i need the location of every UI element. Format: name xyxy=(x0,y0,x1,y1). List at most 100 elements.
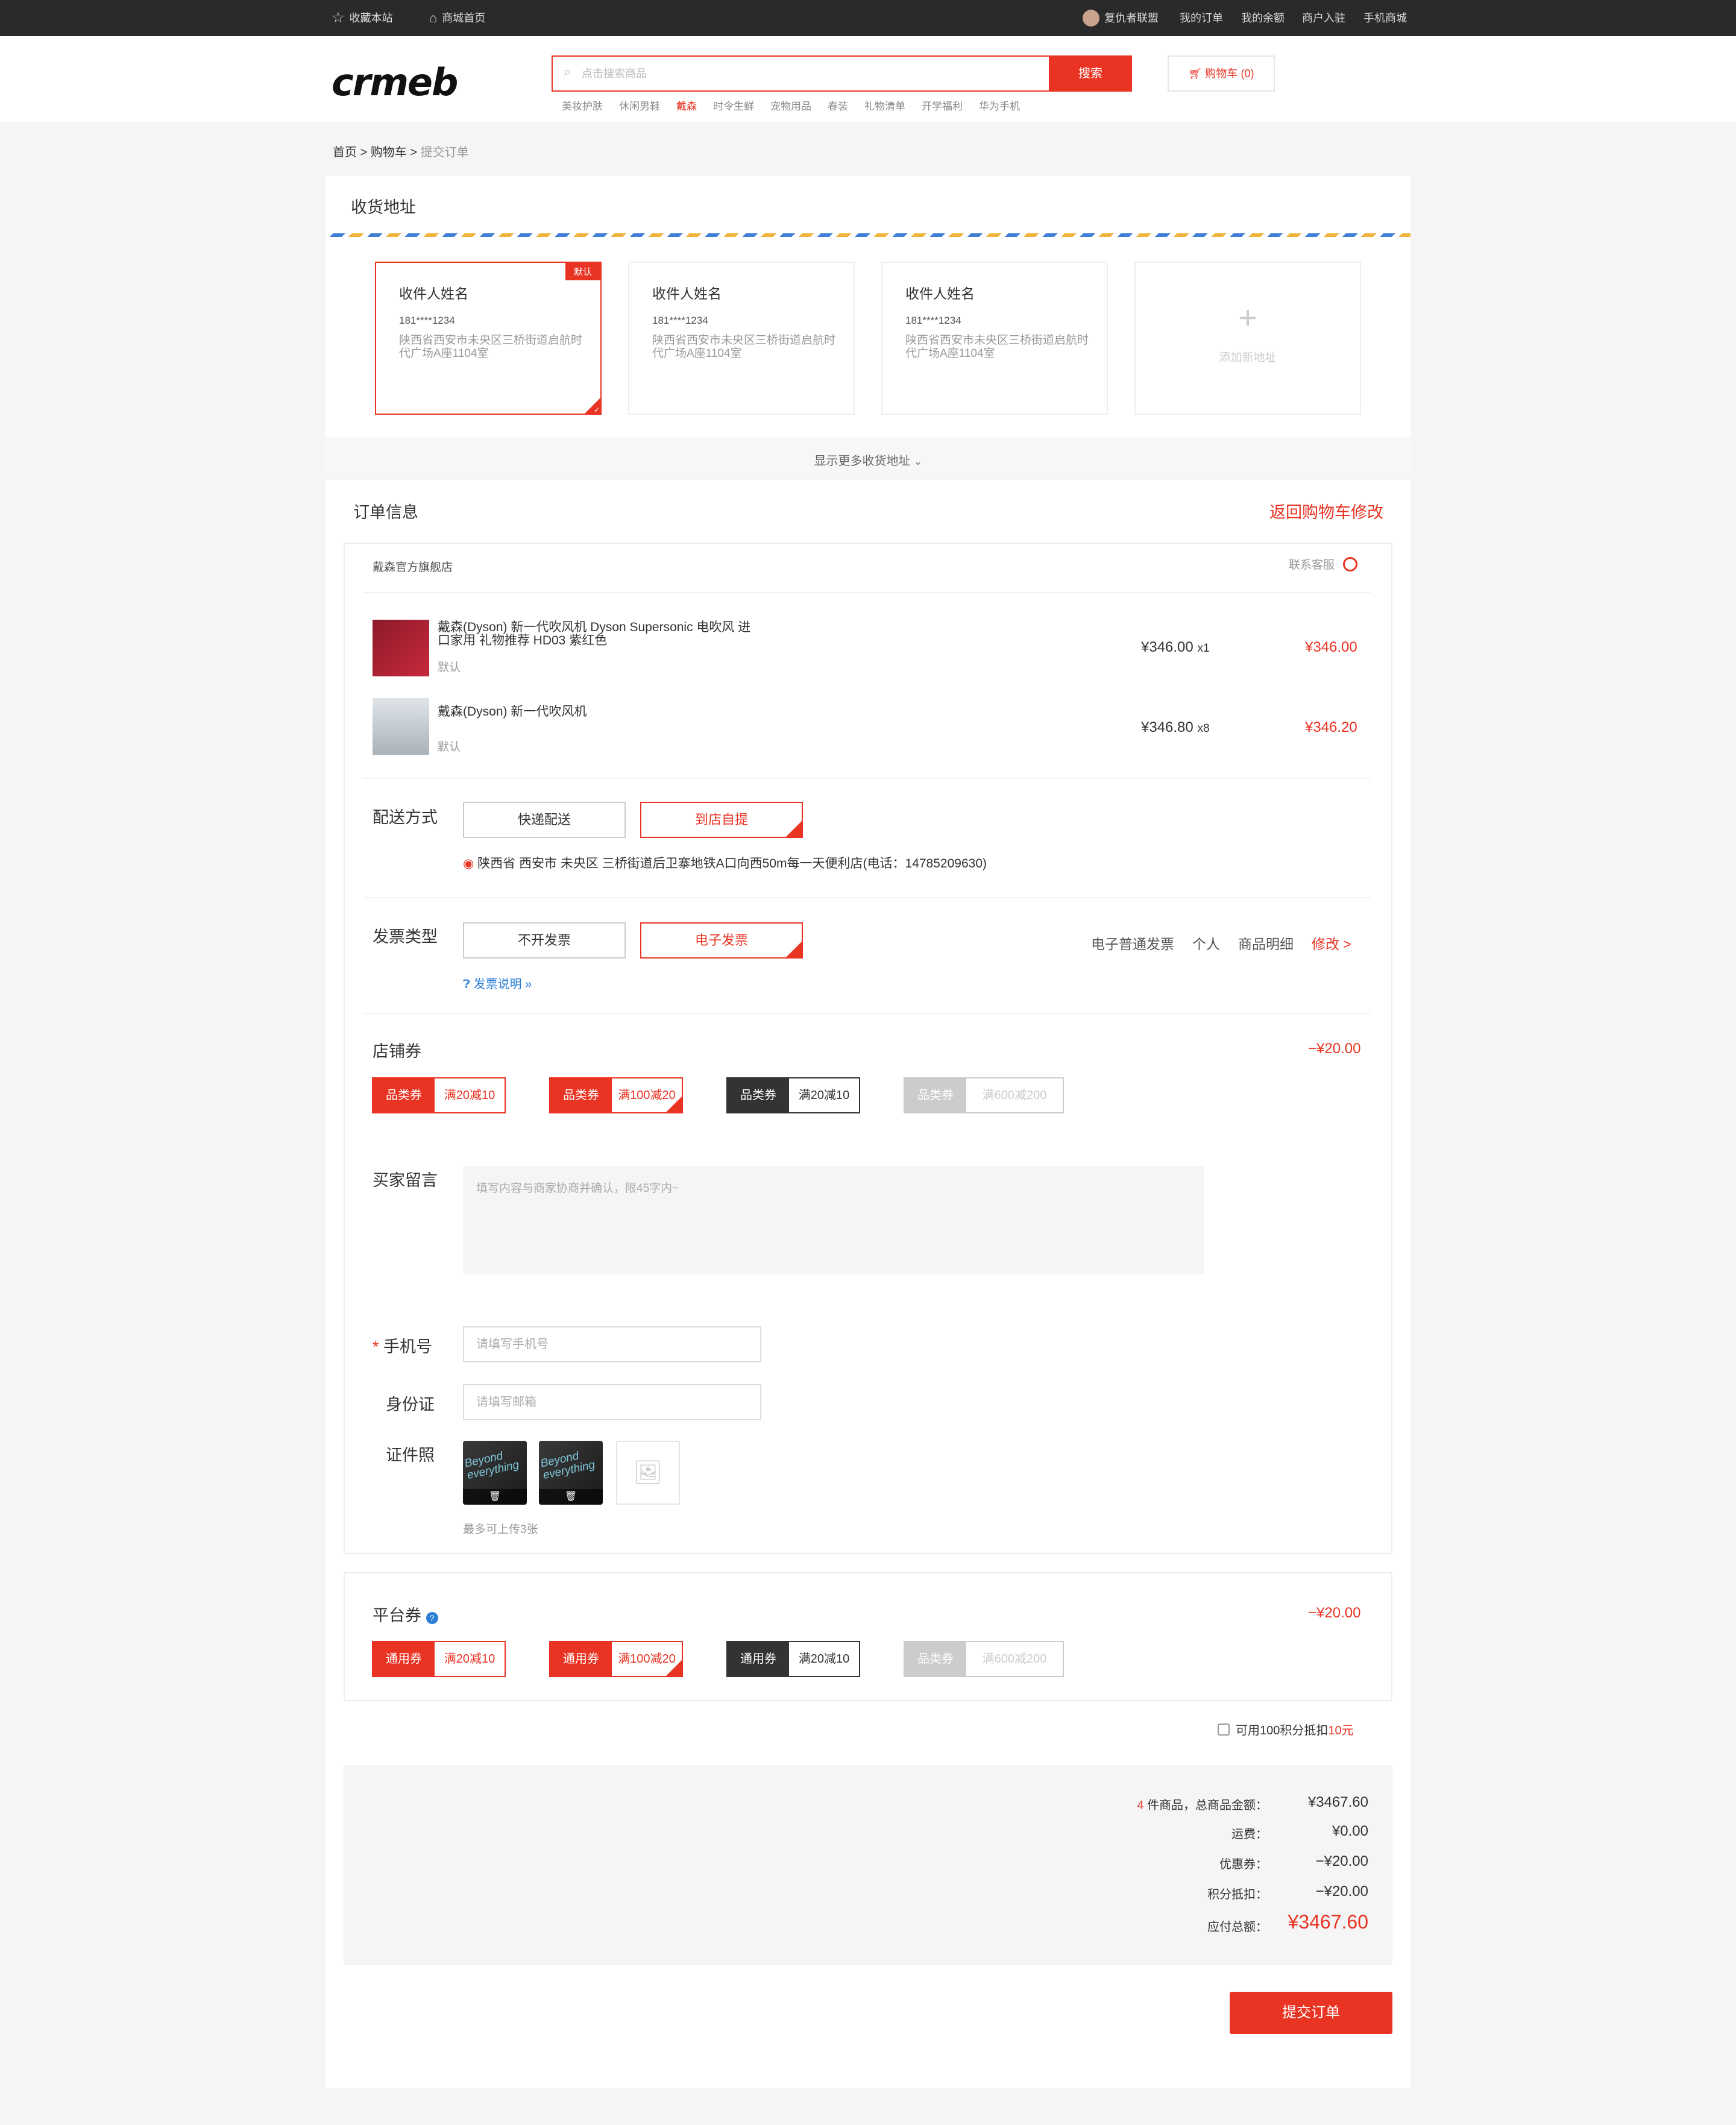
phone-label: * 手机号 xyxy=(373,1338,433,1356)
show-more-address[interactable]: 显示更多收货地址 ⌄ xyxy=(326,451,1410,468)
platform-coupon-box xyxy=(344,1572,1392,1701)
check-icon xyxy=(786,924,802,958)
breadcrumb: 首页 > 购物车 > 提交订单 xyxy=(333,146,469,159)
product-name[interactable]: 戴森(Dyson) 新一代吹风机 Dyson Supersonic 电吹风 进口… xyxy=(438,621,751,647)
header: crmeb ⌕ 点击搜索商品 搜索 🛒︎ 购物车 (0) 美妆护肤 休闲男鞋 戴… xyxy=(0,36,1736,122)
store-name: 戴森官方旗舰店 xyxy=(373,561,453,574)
star-icon: ☆ xyxy=(332,10,345,26)
express-delivery-option[interactable]: 快递配送 xyxy=(463,802,626,838)
divider xyxy=(363,897,1371,898)
avatar xyxy=(1083,10,1099,27)
headset-icon xyxy=(1343,556,1358,571)
address-card[interactable]: 默认 收件人姓名 181****1234 陕西省西安市未央区三桥街道启航时代广场… xyxy=(375,262,602,415)
address-card[interactable]: 收件人姓名 181****1234 陕西省西安市未央区三桥街道启航时代广场A座1… xyxy=(881,262,1108,415)
summary-pay-total: ¥3467.60 xyxy=(1288,1911,1368,1933)
hot-word[interactable]: 戴森 xyxy=(676,98,697,113)
upload-photo-button[interactable]: 🖼︎ xyxy=(616,1441,680,1505)
breadcrumb-cart[interactable]: 购物车 xyxy=(371,146,407,159)
hot-word[interactable]: 时令生鲜 xyxy=(713,98,754,113)
photo-label: 证件照 xyxy=(386,1446,435,1464)
user-menu[interactable]: 复仇者联盟 xyxy=(1083,0,1159,36)
remark-textarea[interactable]: 填写内容与商家协商并确认，限45字内~ xyxy=(463,1166,1204,1274)
hot-word[interactable]: 春装 xyxy=(828,98,848,113)
remark-label: 买家留言 xyxy=(373,1171,438,1189)
shop-coupon[interactable]: 品类券 满600减200 xyxy=(904,1077,1064,1113)
phone-input[interactable]: 请填写手机号 xyxy=(463,1326,761,1362)
default-tag: 默认 xyxy=(565,263,600,280)
submit-order-button[interactable]: 提交订单 xyxy=(1230,1992,1392,2034)
search-input[interactable]: ⌕ 点击搜索商品 xyxy=(552,55,1131,92)
location-icon: ◉ xyxy=(463,857,474,870)
id-input[interactable]: 请填写邮箱 xyxy=(463,1384,761,1420)
product-image[interactable] xyxy=(373,620,429,676)
pay-label: 应付总额： xyxy=(1207,1921,1268,1934)
shop-coupon[interactable]: 品类券 满100减20 xyxy=(549,1077,683,1113)
check-icon xyxy=(585,398,600,414)
summary-points: −¥20.00 xyxy=(1315,1883,1368,1900)
cart-icon: 🛒︎ xyxy=(1188,68,1203,80)
platform-coupon[interactable]: 通用券 满100减20 xyxy=(549,1641,683,1677)
hot-word[interactable]: 开学福利 xyxy=(922,98,963,113)
search-button[interactable]: 搜索 xyxy=(1049,55,1132,92)
uploaded-photo[interactable]: Beyond everything 🗑︎ xyxy=(539,1441,603,1505)
add-address-card[interactable]: + 添加新地址 xyxy=(1134,262,1361,415)
check-icon xyxy=(666,1643,682,1676)
invoice-help-link[interactable]: ❓︎ 发票说明 » xyxy=(463,974,532,992)
photo-hint: 最多可上传3张 xyxy=(463,1523,538,1536)
platform-coupon-label: 平台券 ? xyxy=(373,1602,438,1626)
summary-goods-total: ¥3467.60 xyxy=(1307,1794,1368,1810)
product-price: ¥346.00 x1 xyxy=(1141,639,1210,655)
cart-button[interactable]: 🛒︎ 购物车 (0) xyxy=(1168,55,1275,92)
product-total: ¥346.00 xyxy=(1305,639,1357,655)
chevron-down-icon: ⌄ xyxy=(914,457,922,467)
my-orders-link[interactable]: 我的订单 xyxy=(1180,0,1223,36)
trash-icon[interactable]: 🗑︎ xyxy=(463,1489,527,1505)
hot-word[interactable]: 休闲男鞋 xyxy=(619,98,660,113)
platform-coupon[interactable]: 通用券 满20减10 xyxy=(372,1641,506,1677)
address-stripe xyxy=(326,233,1410,237)
my-balance-link[interactable]: 我的余额 xyxy=(1241,0,1285,36)
breadcrumb-current: 提交订单 xyxy=(420,146,469,159)
store-pickup-option[interactable]: 到店自提 xyxy=(640,802,803,838)
home-link[interactable]: ⌂ 商城首页 xyxy=(429,0,485,36)
points-deduction[interactable]: 可用100积分抵扣10元 xyxy=(1218,1720,1354,1738)
platform-coupon[interactable]: 品类券 满600减200 xyxy=(904,1641,1064,1677)
product-image[interactable] xyxy=(373,698,429,755)
logo[interactable]: crmeb xyxy=(332,60,458,104)
shop-coupon[interactable]: 品类券 满20减10 xyxy=(726,1077,860,1113)
question-icon[interactable]: ? xyxy=(426,1612,438,1624)
home-icon: ⌂ xyxy=(429,10,438,25)
back-to-cart-link[interactable]: 返回购物车修改 xyxy=(1269,499,1383,523)
product-name[interactable]: 戴森(Dyson) 新一代吹风机 xyxy=(438,702,751,720)
points-checkbox[interactable] xyxy=(1218,1723,1230,1736)
merchant-join-link[interactable]: 商户入驻 xyxy=(1302,0,1345,36)
mobile-mall-link[interactable]: 手机商城 xyxy=(1363,0,1407,36)
e-invoice-option[interactable]: 电子发票 xyxy=(640,922,803,959)
contact-service[interactable]: 联系客服 xyxy=(1289,556,1358,572)
invoice-edit-link[interactable]: 修改 > xyxy=(1312,933,1351,953)
no-invoice-option[interactable]: 不开发票 xyxy=(463,922,626,959)
shop-coupon[interactable]: 品类券 满20减10 xyxy=(372,1077,506,1113)
summary-count: 4 件商品，总商品金额： xyxy=(1137,1799,1268,1812)
hot-word[interactable]: 礼物清单 xyxy=(864,98,905,113)
hot-search-words: 美妆护肤 休闲男鞋 戴森 时令生鲜 宠物用品 春装 礼物清单 开学福利 华为手机 xyxy=(562,98,1020,113)
coupon-label: 优惠券： xyxy=(1219,1858,1268,1871)
address-card[interactable]: 收件人姓名 181****1234 陕西省西安市未央区三桥街道启航时代广场A座1… xyxy=(628,262,855,415)
points-label: 积分抵扣： xyxy=(1207,1888,1268,1901)
hot-word[interactable]: 华为手机 xyxy=(979,98,1020,113)
trash-icon[interactable]: 🗑︎ xyxy=(539,1489,603,1505)
shop-coupon-label: 店铺券 xyxy=(373,1042,421,1060)
hot-word[interactable]: 美妆护肤 xyxy=(562,98,603,113)
breadcrumb-home[interactable]: 首页 xyxy=(333,146,357,159)
product-total: ¥346.20 xyxy=(1305,719,1357,735)
invoice-label: 发票类型 xyxy=(373,928,438,946)
bookmark-link[interactable]: ☆ 收藏本站 xyxy=(332,0,393,36)
summary-coupon: −¥20.00 xyxy=(1315,1853,1368,1869)
delivery-label: 配送方式 xyxy=(373,808,438,826)
divider xyxy=(363,592,1371,593)
hot-word[interactable]: 宠物用品 xyxy=(770,98,811,113)
platform-coupon[interactable]: 通用券 满20减10 xyxy=(726,1641,860,1677)
uploaded-photo[interactable]: Beyond everything 🗑︎ xyxy=(463,1441,527,1505)
shop-coupon-amount: −¥20.00 xyxy=(1308,1040,1361,1057)
freight-label: 运费： xyxy=(1231,1828,1268,1841)
